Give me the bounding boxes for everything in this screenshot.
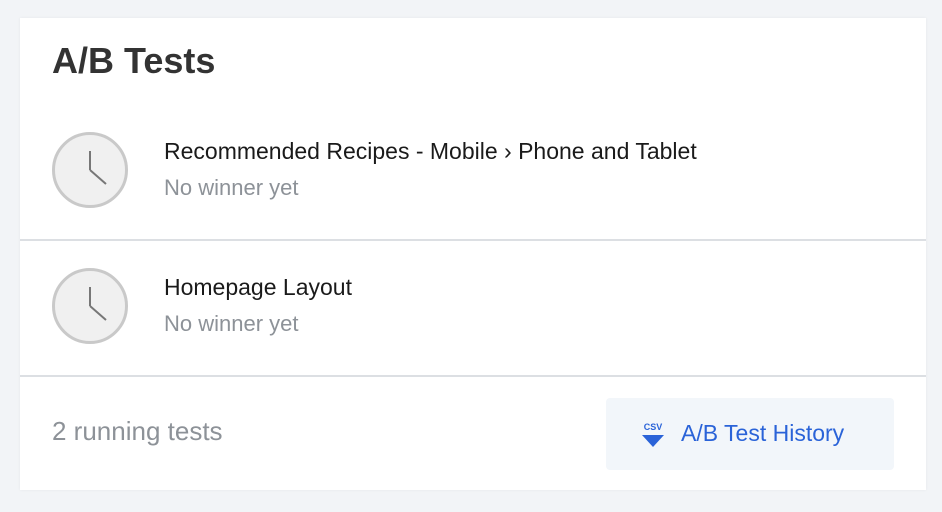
test-status: No winner yet [164,175,299,200]
csv-download-icon: CSV [640,421,666,449]
ab-test-history-label: A/B Test History [681,420,845,446]
ab-tests-card: A/B Tests Recommended Recipes - Mobile ›… [20,18,926,490]
running-tests-count: 2 running tests [52,416,223,446]
card-title: A/B Tests [52,40,216,81]
test-status: No winner yet [164,311,299,336]
csv-icon-text: CSV [644,422,663,432]
test-row[interactable]: Homepage Layout No winner yet [20,241,926,377]
clock-icon [52,268,128,344]
test-name[interactable]: Recommended Recipes - Mobile › Phone and… [164,138,697,165]
ab-test-history-button[interactable]: CSV A/B Test History [606,398,894,470]
test-row[interactable]: Recommended Recipes - Mobile › Phone and… [20,105,926,241]
test-name[interactable]: Homepage Layout [164,274,352,301]
clock-icon [52,132,128,208]
